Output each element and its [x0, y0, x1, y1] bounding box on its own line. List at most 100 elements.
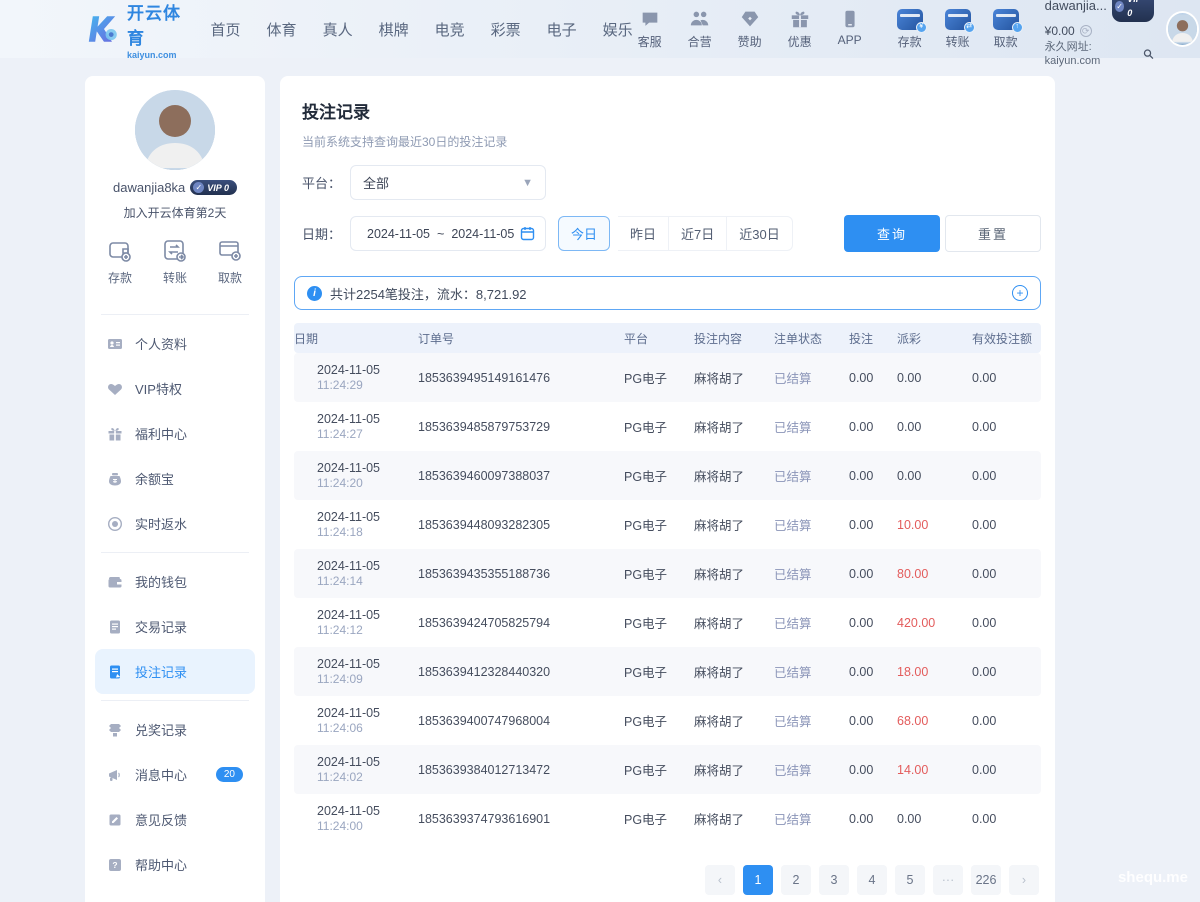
sidebar-deposit-button[interactable]: 存款 — [107, 237, 133, 286]
page-button[interactable]: 2 — [781, 865, 811, 895]
sidebar-item-prizes[interactable]: 兑奖记录 — [95, 707, 255, 752]
row-payout: 420.00 — [897, 616, 972, 630]
row-order-number: 1853639400747968004 — [418, 714, 624, 728]
app-download-button[interactable]: APP — [833, 8, 867, 50]
magnifier-icon[interactable] — [1143, 48, 1154, 60]
sidebar-item-rebate[interactable]: 实时返水 — [95, 501, 255, 546]
quick-range-7days[interactable]: 近7日 — [669, 216, 727, 251]
table-header-cell: 派彩 — [897, 330, 972, 347]
row-bet-content: 麻将胡了 — [694, 662, 774, 681]
page-button[interactable]: 5 — [895, 865, 925, 895]
vip-badge: ✓VIP 0 — [1112, 0, 1154, 22]
partnership-button[interactable]: 合营 — [683, 8, 717, 50]
quick-range-today[interactable]: 今日 — [558, 216, 610, 251]
row-valid-amount: 0.00 — [972, 616, 1041, 630]
table-header-cell: 订单号 — [418, 330, 624, 347]
table-row: 2024-11-05 11:24:12 1853639424705825794 … — [294, 598, 1041, 647]
deposit-icon: ¥ — [897, 9, 923, 30]
table-row: 2024-11-05 11:24:14 1853639435355188736 … — [294, 549, 1041, 598]
customer-service-button[interactable]: 客服 — [633, 8, 667, 50]
chat-bubble-icon — [639, 8, 661, 30]
row-bet-content: 麻将胡了 — [694, 809, 774, 828]
row-status: 已结算 — [774, 760, 849, 779]
vip-shield-icon: ✓ — [193, 182, 204, 193]
query-button[interactable]: 查询 — [844, 215, 940, 252]
sidebar-withdraw-button[interactable]: 取款 — [217, 237, 243, 286]
sidebar-item-messages[interactable]: 消息中心 20 — [95, 752, 255, 797]
promotions-button[interactable]: 优惠 — [783, 8, 817, 50]
page-button[interactable]: 226 — [971, 865, 1001, 895]
date-start: 2024-11-05 — [367, 227, 430, 241]
reset-button[interactable]: 重置 — [945, 215, 1041, 252]
table-row: 2024-11-05 11:24:02 1853639384012713472 … — [294, 745, 1041, 794]
nav-item[interactable]: 首页 — [211, 19, 241, 40]
nav-item[interactable]: 娱乐 — [603, 19, 633, 40]
row-time: 11:24:00 — [317, 819, 418, 834]
table-header-cell: 平台 — [624, 330, 694, 347]
sidebar-item-bet-records[interactable]: 投注记录 — [95, 649, 255, 694]
platform-select[interactable]: 全部 ▼ — [350, 165, 546, 200]
row-order-number: 1853639374793616901 — [418, 812, 624, 826]
page-title: 投注记录 — [294, 98, 1041, 123]
transfer-button[interactable]: ⇄ 转账 — [941, 9, 975, 50]
date-range-picker[interactable]: 2024-11-05 ~ 2024-11-05 — [350, 216, 546, 251]
sidebar-item-feedback[interactable]: 意见反馈 — [95, 797, 255, 842]
row-status: 已结算 — [774, 466, 849, 485]
nav-item[interactable]: 真人 — [323, 19, 353, 40]
nav-item[interactable]: 体育 — [267, 19, 297, 40]
page-subtitle: 当前系统支持查询最近30日的投注记录 — [302, 133, 1041, 150]
row-bet-amount: 0.00 — [849, 567, 897, 581]
row-time: 11:24:18 — [317, 525, 418, 540]
page-button[interactable]: ‹ — [705, 865, 735, 895]
nav-item[interactable]: 棋牌 — [379, 19, 409, 40]
quick-range-30days[interactable]: 近30日 — [727, 216, 792, 251]
page-button[interactable]: › — [1009, 865, 1039, 895]
chevron-down-icon: ▼ — [522, 177, 533, 189]
balance-amount: ¥0.00 — [1045, 24, 1075, 38]
page-button[interactable]: 3 — [819, 865, 849, 895]
table-row: 2024-11-05 11:24:06 1853639400747968004 … — [294, 696, 1041, 745]
row-valid-amount: 0.00 — [972, 763, 1041, 777]
row-order-number: 1853639485879753729 — [418, 420, 624, 434]
user-avatar[interactable] — [1166, 11, 1199, 47]
row-order-number: 1853639448093282305 — [418, 518, 624, 532]
profile-username: dawanjia8ka — [113, 180, 185, 195]
platform-filter-label: 平台： — [302, 173, 350, 192]
sidebar-item-vip[interactable]: VIP特权 — [95, 366, 255, 411]
user-info[interactable]: dawanjia... ✓VIP 0 ¥0.00 ⟳ 永久网址: kaiyun.… — [1045, 0, 1154, 68]
brand-name: 开云体育 — [127, 0, 185, 49]
page-button[interactable]: ··· — [933, 865, 963, 895]
table-body: 2024-11-05 11:24:29 1853639495149161476 … — [294, 353, 1041, 843]
brand-logo[interactable]: 开云体育 kaiyun.com — [88, 0, 185, 60]
profile-avatar[interactable] — [135, 90, 215, 170]
row-bet-content: 麻将胡了 — [694, 613, 774, 632]
deposit-button[interactable]: ¥ 存款 — [893, 9, 927, 50]
withdraw-button[interactable]: ↑ 取款 — [989, 9, 1023, 50]
sidebar-item-yuebao[interactable]: 余额宝 — [95, 456, 255, 501]
row-time: 11:24:14 — [317, 574, 418, 589]
page-button[interactable]: 1 — [743, 865, 773, 895]
row-time: 11:24:27 — [317, 427, 418, 442]
refresh-balance-icon[interactable]: ⟳ — [1080, 25, 1092, 37]
sponsor-button[interactable]: 赞助 — [733, 8, 767, 50]
row-bet-content: 麻将胡了 — [694, 711, 774, 730]
nav-item[interactable]: 电子 — [547, 19, 577, 40]
sidebar-item-transactions[interactable]: 交易记录 — [95, 604, 255, 649]
page-button[interactable]: 4 — [857, 865, 887, 895]
row-payout: 18.00 — [897, 665, 972, 679]
row-payout: 14.00 — [897, 763, 972, 777]
row-payout: 0.00 — [897, 420, 972, 434]
sidebar-transfer-button[interactable]: 转账 — [162, 237, 188, 286]
expand-plus-icon[interactable]: + — [1012, 285, 1028, 301]
row-date: 2024-11-05 — [317, 411, 418, 427]
row-date: 2024-11-05 — [317, 705, 418, 721]
quick-range-yesterday[interactable]: 昨日 — [618, 216, 669, 251]
nav-item[interactable]: 电竞 — [435, 19, 465, 40]
question-icon: ? — [107, 857, 123, 873]
sidebar-item-help[interactable]: ? 帮助中心 — [95, 842, 255, 887]
nav-item[interactable]: 彩票 — [491, 19, 521, 40]
sidebar-item-profile[interactable]: 个人资料 — [95, 321, 255, 366]
sidebar-item-welfare[interactable]: 福利中心 — [95, 411, 255, 456]
sidebar-item-wallet[interactable]: 我的钱包 — [95, 559, 255, 604]
row-status: 已结算 — [774, 613, 849, 632]
